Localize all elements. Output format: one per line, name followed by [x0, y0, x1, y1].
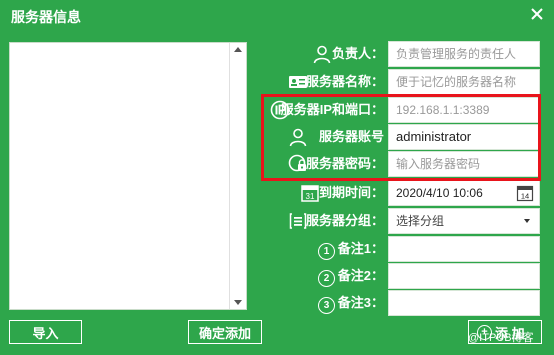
note2-row: 2 备注2： [264, 263, 540, 289]
date-picker-icon[interactable]: 14 [516, 184, 534, 205]
note3-label: 备注3： [337, 295, 384, 310]
group-row: 服务器分组： 选择分组 [264, 208, 540, 234]
note3-input[interactable] [388, 290, 540, 316]
server-name-row: 服务器名称： 便于记忆的服务器名称 [264, 69, 540, 95]
note2-input[interactable] [388, 263, 540, 289]
server-list[interactable] [9, 42, 247, 310]
person-icon [312, 44, 332, 64]
note1-input[interactable] [388, 236, 540, 262]
group-select[interactable]: 选择分组 [388, 208, 540, 234]
dropdown-arrow-icon[interactable] [524, 219, 530, 223]
expire-value: 2020/4/10 10:06 [396, 186, 483, 200]
close-icon[interactable] [528, 5, 546, 23]
highlight-box [261, 94, 541, 181]
group-select-value: 选择分组 [396, 214, 445, 228]
note1-row: 1 备注1： [264, 236, 540, 262]
server-name-input[interactable]: 便于记忆的服务器名称 [388, 69, 540, 95]
window-title: 服务器信息 [11, 9, 81, 25]
owner-row: 负责人： 负责管理服务的责任人 [264, 41, 540, 67]
note1-label: 备注1： [337, 241, 384, 256]
group-label: 服务器分组： [305, 213, 384, 228]
owner-input[interactable]: 负责管理服务的责任人 [388, 41, 540, 67]
number-one-icon: 1 [318, 241, 335, 260]
list-scrollbar[interactable] [229, 43, 246, 309]
owner-label: 负责人： [331, 46, 384, 61]
number-two-icon: 2 [318, 268, 335, 287]
title-bar: 服务器信息 [0, 0, 554, 31]
date-picker-icon-day: 14 [521, 192, 529, 201]
calendar-icon: 31 [300, 183, 320, 203]
note2-label: 备注2： [337, 268, 384, 283]
watermark: @ITPUB博客 [468, 332, 534, 344]
scroll-down-icon[interactable] [234, 300, 242, 305]
scroll-up-icon[interactable] [234, 47, 242, 52]
calendar-icon-day: 31 [306, 192, 315, 201]
import-button[interactable]: 导入 [9, 320, 82, 344]
number-three-icon: 3 [318, 295, 335, 314]
server-name-label: 服务器名称： [305, 74, 384, 89]
note3-row: 3 备注3： [264, 290, 540, 316]
expire-datetime[interactable]: 2020/4/10 10:06 14 [388, 180, 540, 206]
expire-row: 31 到期时间： 2020/4/10 10:06 14 [264, 180, 540, 206]
expire-label: 到期时间： [318, 185, 384, 200]
confirm-add-button[interactable]: 确定添加 [188, 320, 262, 344]
